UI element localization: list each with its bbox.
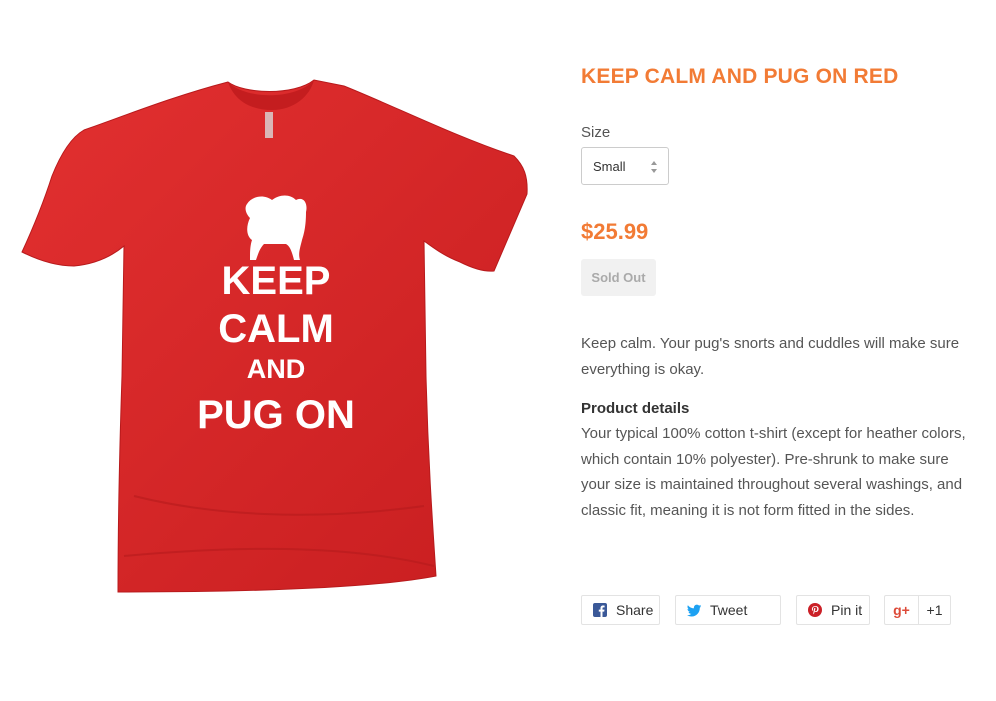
product-image[interactable]: KEEP CALM AND PUG ON (14, 76, 532, 596)
print-line-1: KEEP (222, 259, 331, 303)
print-line-2: CALM (218, 307, 334, 351)
print-line-3: AND (247, 354, 306, 384)
product-price: $25.99 (581, 219, 649, 244)
pin-label: Pin it (831, 602, 863, 618)
twitter-tweet-button[interactable]: Tweet (675, 595, 781, 625)
size-select-value: Small (593, 158, 626, 174)
pinterest-icon (808, 603, 822, 617)
select-arrows-icon (651, 161, 657, 173)
product-details-title: Product details (581, 400, 690, 417)
size-select[interactable]: Small (581, 147, 669, 185)
size-label: Size (581, 124, 611, 141)
google-plus-button[interactable]: g+ +1 (884, 595, 951, 625)
tshirt-image: KEEP CALM AND PUG ON (21, 79, 528, 593)
facebook-icon (593, 603, 607, 617)
product-description: Keep calm. Your pug's snorts and cuddles… (581, 335, 960, 378)
product-info: KEEP CALM AND PUG ON RED Size Small $25.… (581, 62, 976, 523)
facebook-share-button[interactable]: Share (581, 595, 660, 625)
google-plus-count: +1 (918, 595, 951, 625)
twitter-icon (687, 603, 701, 617)
tweet-label: Tweet (710, 602, 748, 618)
product-title: KEEP CALM AND PUG ON RED (581, 65, 899, 88)
share-label: Share (616, 602, 654, 618)
sold-out-button[interactable]: Sold Out (581, 259, 656, 296)
google-plus-icon: g+ (884, 595, 918, 625)
pinterest-pin-button[interactable]: Pin it (796, 595, 870, 625)
print-line-4: PUG ON (197, 393, 355, 437)
product-details-text: Your typical 100% cotton t-shirt (except… (581, 425, 966, 519)
